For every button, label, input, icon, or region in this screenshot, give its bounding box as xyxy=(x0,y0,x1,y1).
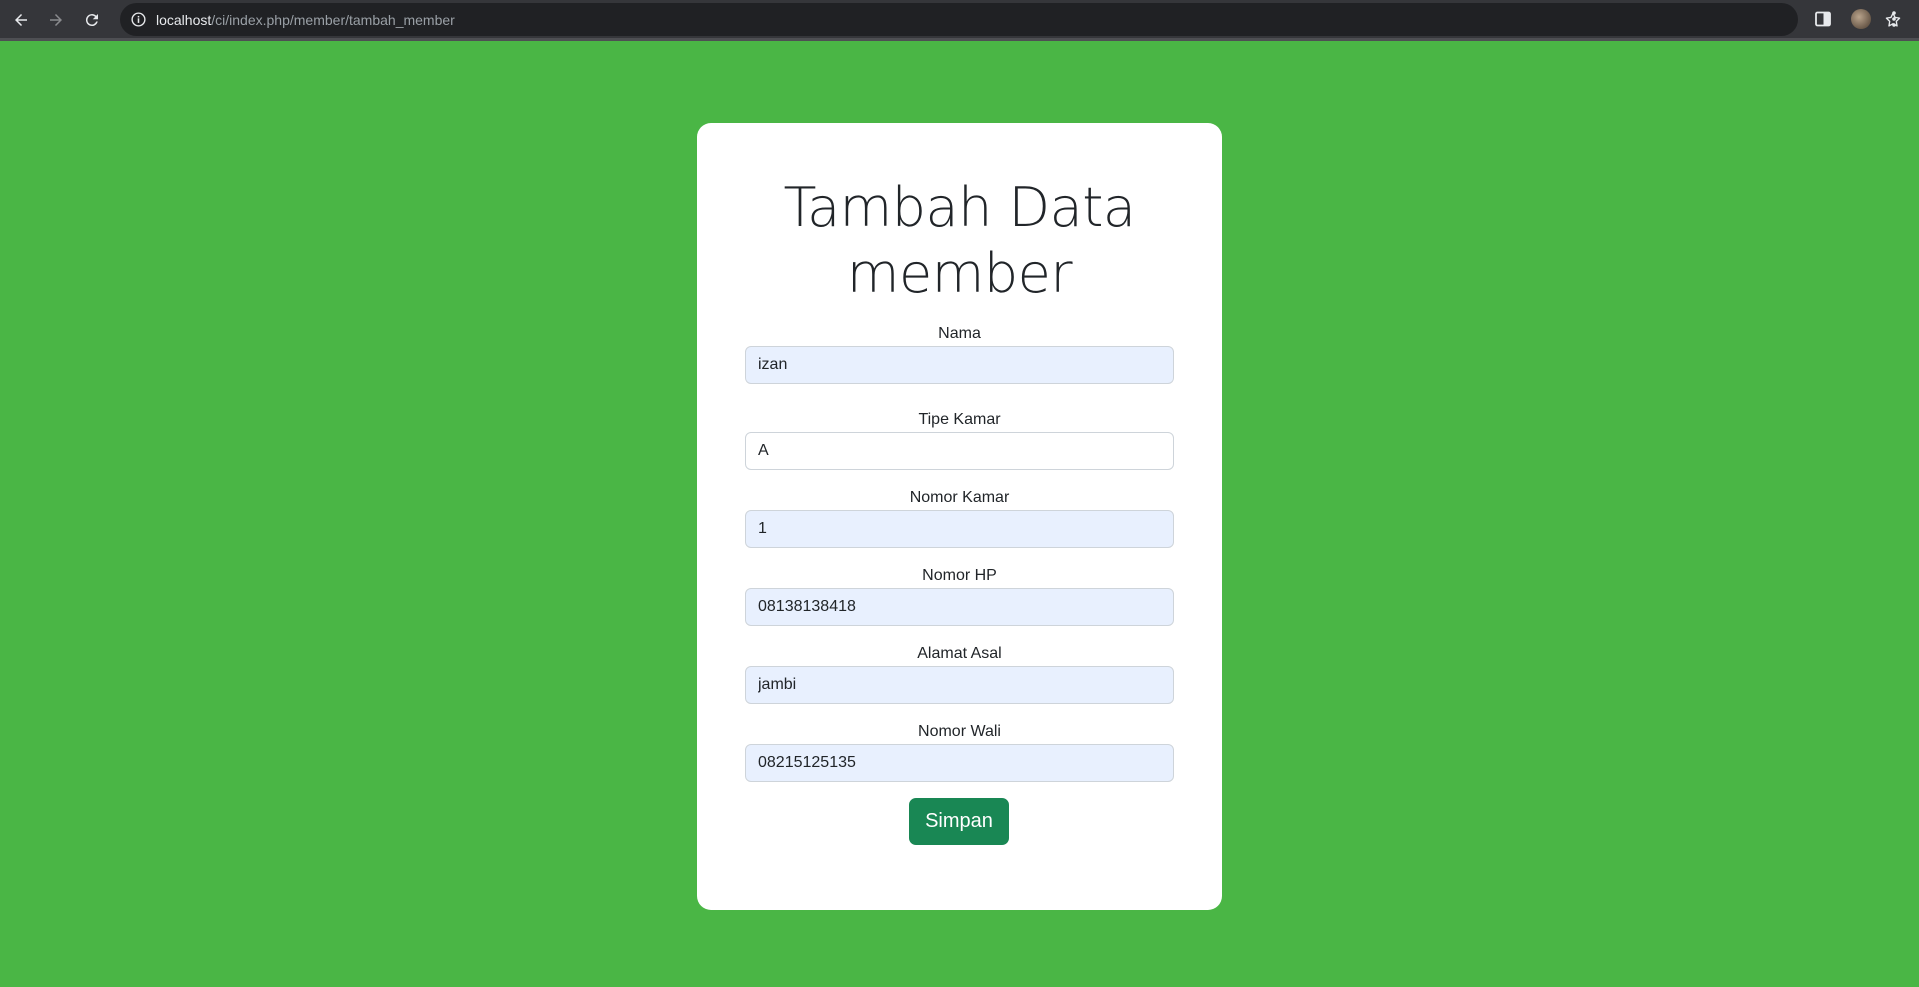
nomor-hp-input[interactable] xyxy=(745,588,1174,626)
browser-toolbar: localhost/ci/index.php/member/tambah_mem… xyxy=(0,0,1919,41)
simpan-button[interactable]: Simpan xyxy=(909,798,1009,845)
url-host: localhost xyxy=(156,12,212,28)
tipe-kamar-input[interactable] xyxy=(745,432,1174,470)
side-panel-icon[interactable] xyxy=(1815,11,1831,27)
page-title-line2: member xyxy=(846,242,1073,305)
forward-arrow-icon[interactable] xyxy=(44,8,68,32)
nomor-wali-label: Nomor Wali xyxy=(918,723,1001,740)
nomor-hp-label: Nomor HP xyxy=(922,567,997,584)
nomor-wali-input[interactable] xyxy=(745,744,1174,782)
nomor-kamar-input[interactable] xyxy=(745,510,1174,548)
page-title: Tambah Data member xyxy=(697,175,1222,307)
nama-input[interactable] xyxy=(745,346,1174,384)
nomor-kamar-label: Nomor Kamar xyxy=(909,489,1010,506)
url-path: /ci/index.php/member/tambah_member xyxy=(211,12,455,28)
alamat-asal-label: Alamat Asal xyxy=(917,645,1002,662)
address-bar[interactable]: localhost/ci/index.php/member/tambah_mem… xyxy=(120,3,1901,36)
tipe-kamar-label: Tipe Kamar xyxy=(918,411,1001,428)
site-info-icon[interactable] xyxy=(130,11,147,28)
back-arrow-icon[interactable] xyxy=(9,8,33,32)
nama-label: Nama xyxy=(938,325,981,342)
reload-icon[interactable] xyxy=(80,8,104,32)
page-title-line1: Tambah Data xyxy=(783,176,1136,239)
profile-avatar[interactable] xyxy=(1851,9,1871,29)
url-text[interactable]: localhost/ci/index.php/member/tambah_mem… xyxy=(156,12,455,28)
more-menu-icon[interactable] xyxy=(1891,10,1897,28)
form-card: Tambah Data member Nama Tipe Kamar Nomor… xyxy=(697,123,1222,910)
alamat-asal-input[interactable] xyxy=(745,666,1174,704)
